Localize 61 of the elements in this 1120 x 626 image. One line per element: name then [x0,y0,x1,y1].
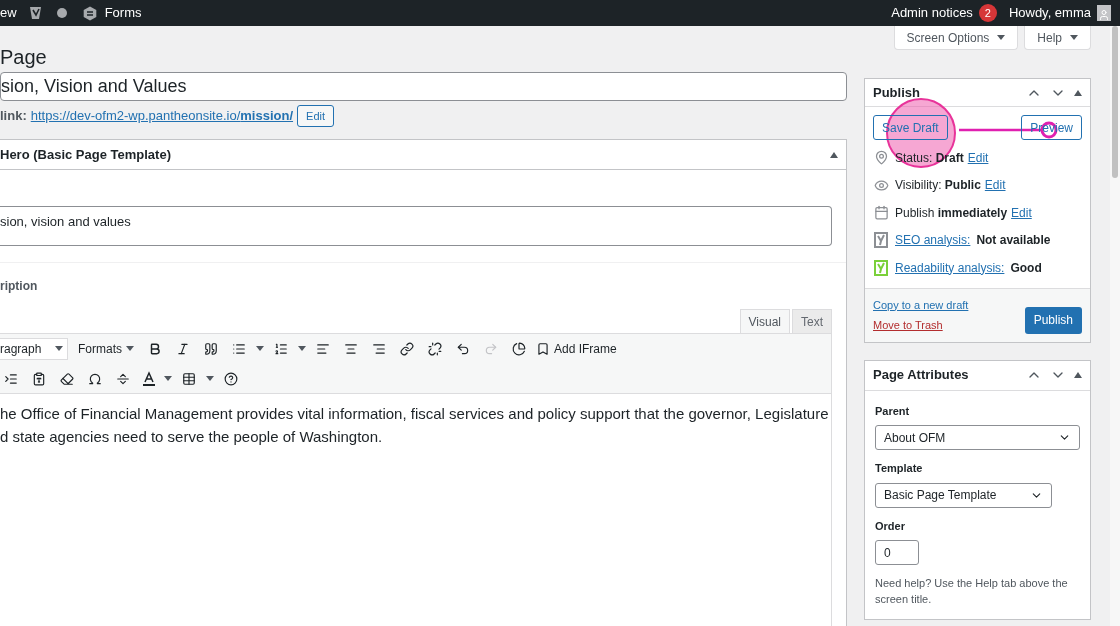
page-heading: Page [0,45,47,70]
caret-icon [55,346,63,351]
caret-icon [997,35,1006,40]
permalink-url[interactable]: https://dev-ofm2-wp.pantheonsite.io/mission/ [30,106,294,126]
scrollbar[interactable] [1110,26,1120,626]
help-text: Need help? Use the Help tab above the screen title. [875,576,1069,607]
edit-link[interactable]: Edit [967,148,989,167]
notice-count-badge: 2 [978,4,997,22]
toggle-panel-icon[interactable] [830,151,838,158]
publish-button[interactable]: Publish [1024,306,1082,334]
title-field[interactable]: sion, Vision and Values [0,72,847,101]
order-field[interactable]: 0 [875,540,919,565]
permalink-label: link: [0,107,27,126]
headline-field[interactable]: sion, vision and values [0,206,832,246]
analysis-result: Not available [976,232,1051,250]
editor-text-line: d state agencies need to serve the people of Washington. [0,427,384,447]
panel-title: Hero (Basic Page Template) [0,145,171,164]
editor-tab[interactable]: Text [792,309,832,333]
forms-link[interactable]: Forms [104,3,142,23]
panel-title: Page Attributes [873,366,969,385]
analysis-link[interactable]: Readability analysis: [895,258,1005,277]
screen-options-button[interactable]: Screen Options [893,26,1019,50]
pin-icon [873,150,889,166]
caret-icon [256,346,264,351]
analysis-link[interactable]: SEO analysis: [895,231,971,250]
panel-title: Publish [873,83,920,102]
view-link[interactable]: ew [0,3,17,23]
template-select[interactable]: Basic Page Template [875,482,1052,508]
editor-tab[interactable]: Visual [739,309,790,333]
bookmark-icon [536,341,550,356]
caret-icon [298,346,306,351]
field-label: Parent [875,403,911,419]
edit-permalink-button[interactable]: Edit [297,105,334,127]
publish-setting: Publish immediately [895,204,1008,222]
field-label: Order [875,518,906,534]
paragraph-select[interactable]: ragraph [0,337,68,360]
field-label: Template [875,461,924,476]
help-button[interactable]: Help [1024,26,1091,50]
toggle-panel-icon[interactable] [1074,372,1082,378]
caret-icon [126,346,134,351]
trash-link[interactable]: Move to Trash [873,317,969,334]
copy-draft-link[interactable]: Copy to a new draft [873,296,969,313]
caret-icon [164,376,172,381]
admin-notices-link[interactable]: Admin notices [891,3,973,23]
edit-link[interactable]: Edit [984,176,1006,195]
caret-icon [1070,35,1078,40]
description-label: ription [0,278,39,295]
add-iframe-button[interactable]: Add IFrame [536,339,617,358]
analysis-result: Good [1010,259,1042,277]
publish-setting: Visibility: Public [895,177,981,195]
eye-icon [873,177,889,193]
calendar-icon [873,205,889,221]
editor-text-line: he Office of Financial Management provides vital information, fiscal services and policy support that the governor, Legislature [0,404,830,424]
hexagon-icon[interactable] [82,5,97,21]
caret-icon [206,376,214,381]
formats-menu[interactable]: Formats [74,339,138,358]
text-color-icon[interactable] [140,369,158,388]
parent-select[interactable]: About OFM [875,425,1080,450]
account-link[interactable]: Howdy, emma [1008,3,1091,23]
edit-link[interactable]: Edit [1011,203,1032,222]
toggle-panel-icon[interactable] [1074,89,1082,96]
